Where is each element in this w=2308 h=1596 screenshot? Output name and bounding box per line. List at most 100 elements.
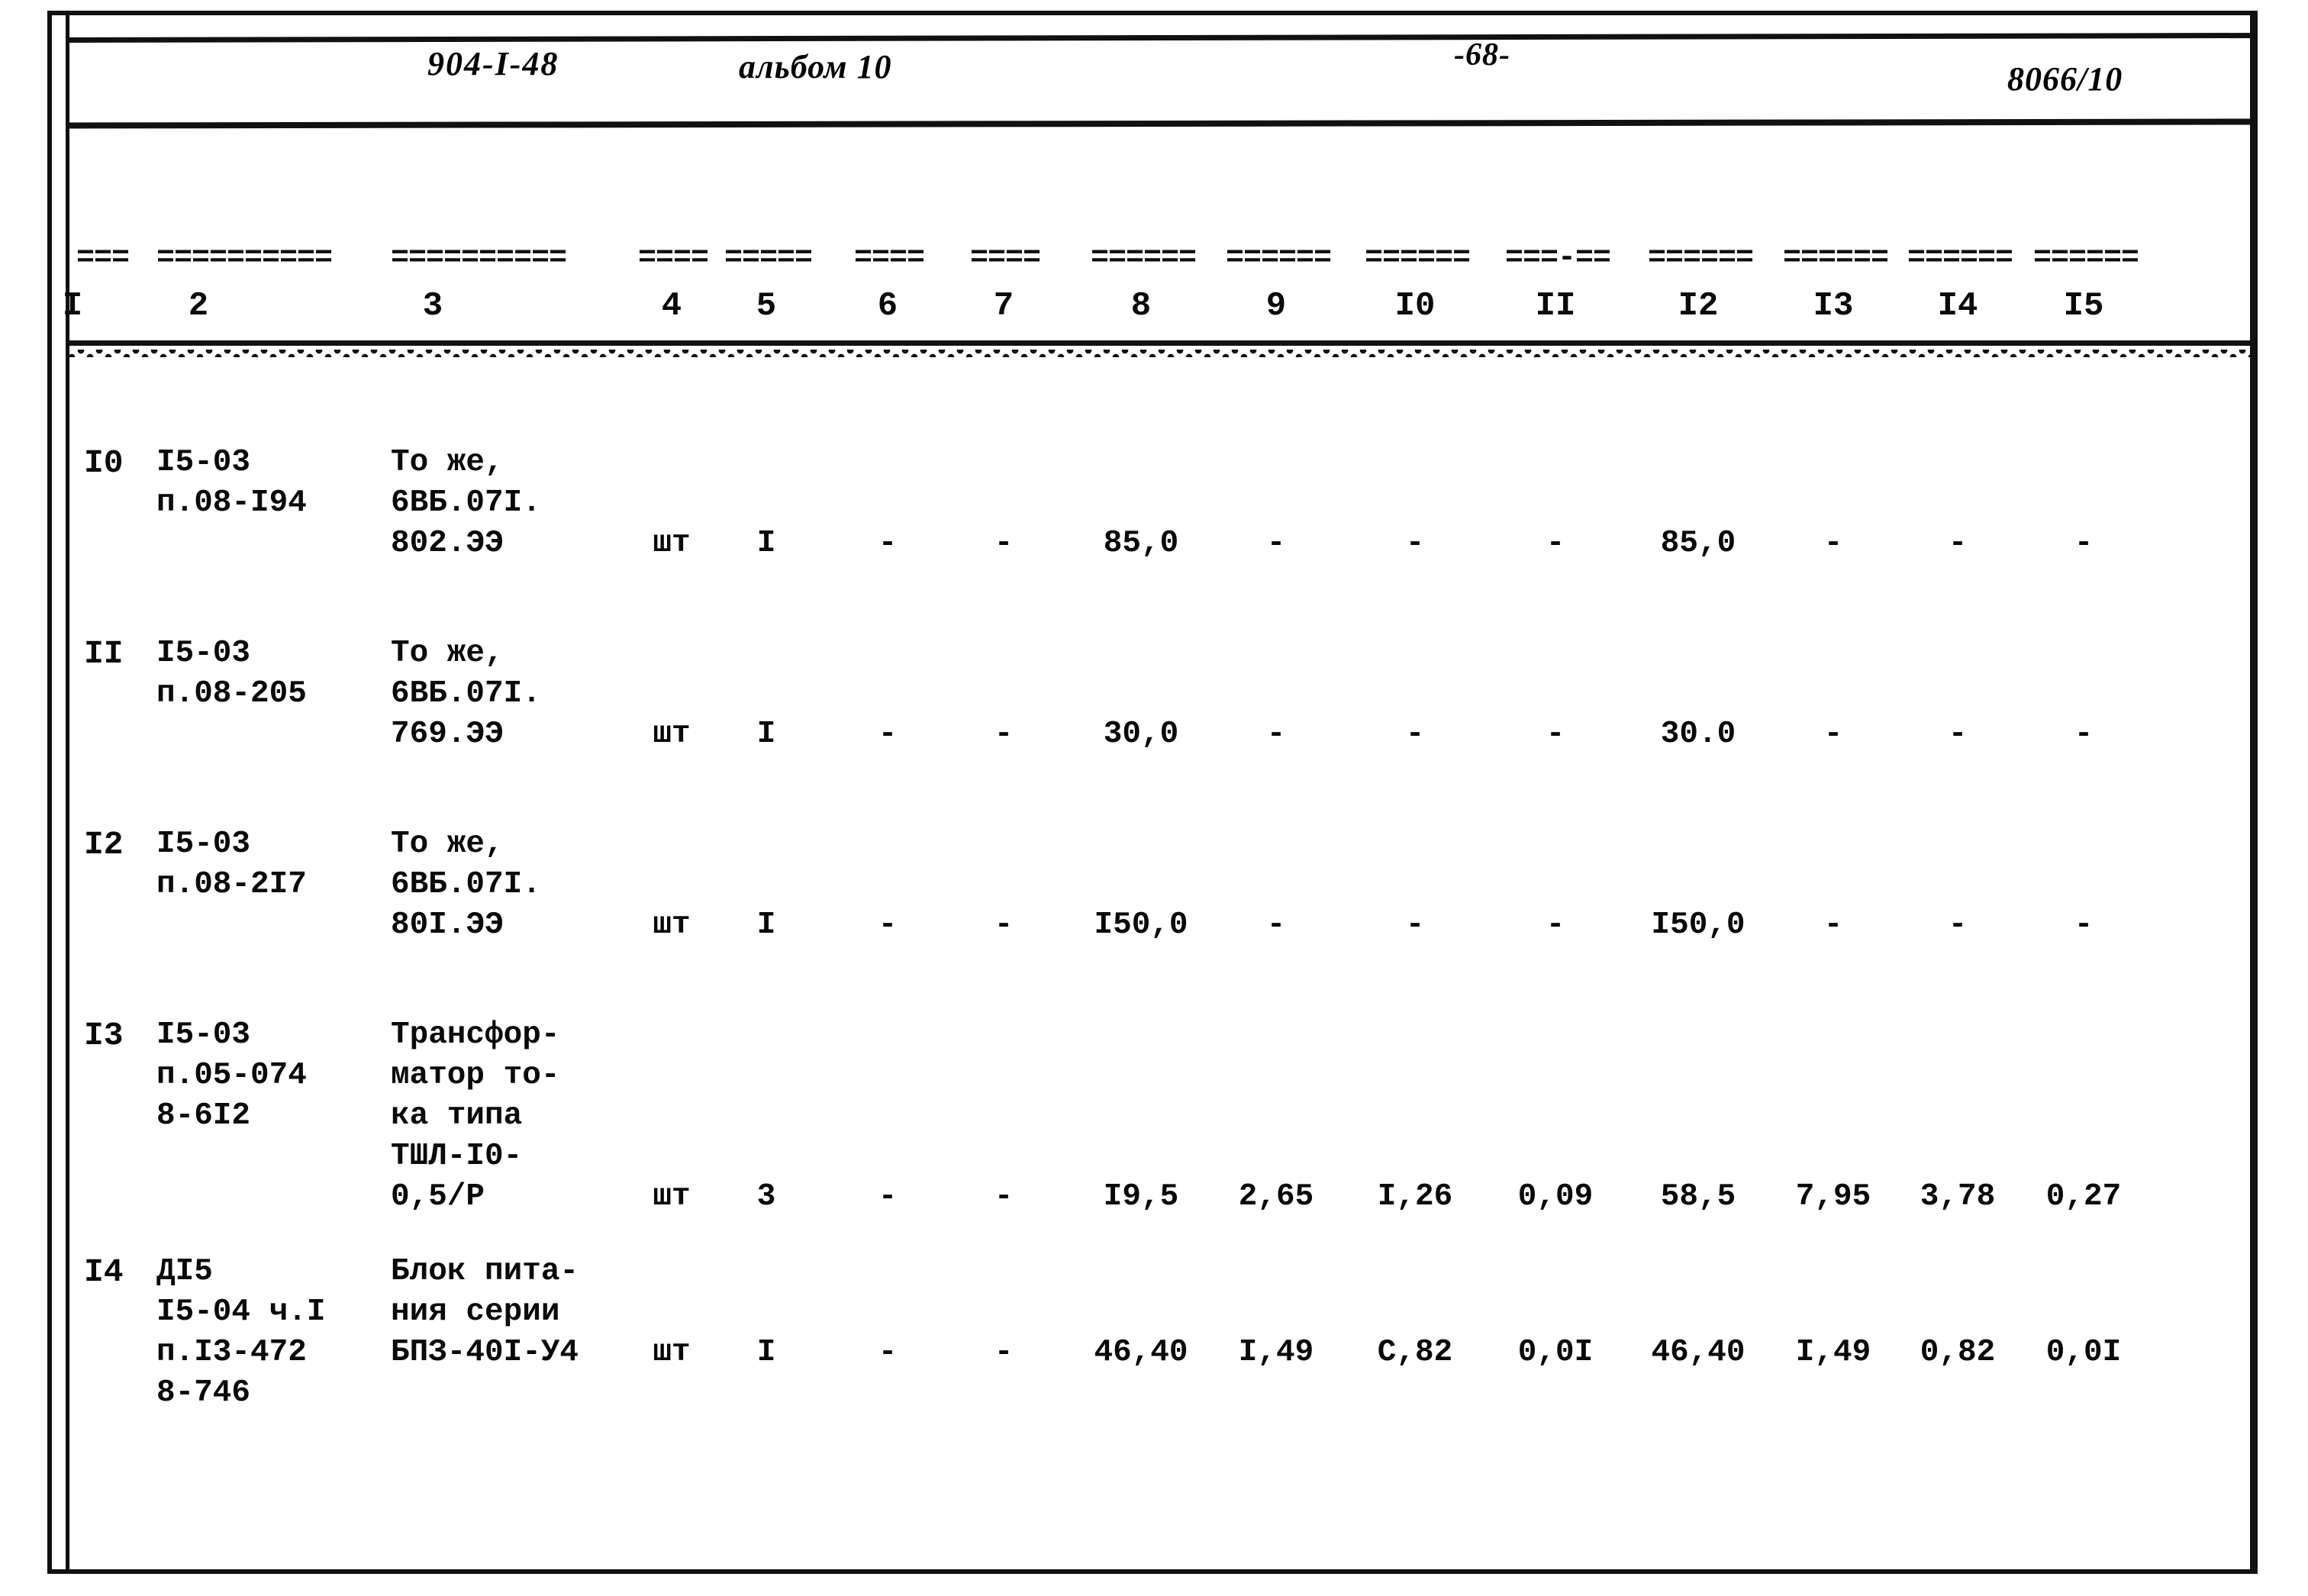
row-value-col-12: 58,5	[1660, 1179, 1736, 1214]
row-value-col-9: 2,65	[1238, 1179, 1314, 1214]
row-value-col-7: -	[994, 1179, 1014, 1214]
row-value-col-10: -	[1405, 717, 1425, 752]
row-reference-line: I5-04 ч.I	[156, 1295, 326, 1330]
row-number: I4	[84, 1253, 124, 1291]
row-name-line: 80I.ЭЭ	[391, 908, 504, 943]
row-value-col-14: 3,78	[1920, 1179, 1996, 1214]
column-number-7: 7	[993, 287, 1014, 325]
row-reference-line: I5-03	[156, 636, 251, 671]
dash-guide-col-2: ==========	[156, 241, 333, 276]
row-name-line: БПЗ-40I-У4	[391, 1335, 579, 1370]
document-code: 904-I-48	[427, 45, 559, 82]
dash-guide-col-8: ======	[1091, 241, 1197, 276]
column-number-9: 9	[1265, 287, 1287, 325]
dash-guide-col-1: ===	[76, 241, 130, 276]
row-value-col-5: I	[756, 1335, 776, 1370]
dash-guide-col-6: ====	[854, 241, 925, 276]
column-dash-guides: === ========== ========== ==== ===== ==== ====…	[0, 241, 2308, 276]
dash-guide-col-3: ==========	[391, 241, 567, 276]
row-value-col-7: -	[994, 1335, 1014, 1370]
row-value-col-14: 0,82	[1920, 1335, 1996, 1370]
row-value-col-9: -	[1266, 717, 1286, 752]
row-value-col-8: I50,0	[1094, 908, 1188, 943]
row-value-col-11: -	[1546, 526, 1565, 561]
row-name-line: Блок пита-	[391, 1254, 579, 1289]
row-value-col-14: -	[1948, 908, 1968, 943]
column-number-13: I3	[1813, 287, 1854, 325]
row-value-col-7: -	[994, 908, 1014, 943]
row-reference-line: I5-03	[156, 827, 251, 862]
row-name-line: ка типа	[391, 1098, 523, 1133]
row-number: I3	[84, 1017, 124, 1054]
row-value-col-15: -	[2074, 908, 2094, 943]
row-value-col-7: -	[994, 717, 1014, 752]
row-name-line: 6ВБ.07I.	[391, 485, 541, 521]
row-value-col-8: I9,5	[1103, 1179, 1179, 1214]
row-value-col-7: -	[994, 526, 1014, 561]
row-value-col-15: 0,27	[2045, 1179, 2122, 1214]
row-reference-line: п.I3-472	[156, 1335, 307, 1370]
header-wavy-rule	[67, 340, 2252, 357]
column-number-6: 6	[877, 287, 898, 325]
row-reference-line: п.08-205	[156, 676, 307, 711]
row-value-col-5: I	[756, 717, 776, 752]
row-value-col-13: -	[1823, 717, 1843, 752]
row-name-line: 769.ЭЭ	[391, 717, 504, 752]
dash-guide-col-14: ======	[1907, 241, 2013, 276]
row-value-col-13: I,49	[1795, 1335, 1871, 1370]
row-value-col-5: I	[756, 908, 776, 943]
row-value-col-12: 30.0	[1660, 717, 1736, 752]
row-number: II	[84, 635, 124, 672]
row-name-line: То же,	[391, 636, 504, 671]
row-value-col-8: 46,40	[1094, 1335, 1188, 1370]
row-number: I0	[84, 444, 124, 482]
column-number-15: I5	[2063, 287, 2104, 325]
page-number: -68-	[1454, 37, 1510, 73]
dash-guide-col-7: ====	[970, 241, 1041, 276]
row-value-col-10: -	[1405, 908, 1425, 943]
row-value-col-12: 85,0	[1660, 526, 1736, 561]
dash-guide-col-15: ======	[2033, 241, 2139, 276]
column-number-10: I0	[1394, 287, 1436, 325]
column-number-2: 2	[188, 287, 209, 325]
row-value-col-14: -	[1948, 717, 1968, 752]
column-number-1: I	[62, 287, 83, 325]
row-value-col-9: I,49	[1238, 1335, 1314, 1370]
row-value-col-10: -	[1405, 526, 1425, 561]
dash-guide-col-11: ===-==	[1505, 241, 1611, 276]
row-value-col-13: -	[1823, 526, 1843, 561]
row-value-col-9: -	[1266, 526, 1286, 561]
row-value-col-12: 46,40	[1651, 1335, 1746, 1370]
row-value-col-6: -	[878, 908, 898, 943]
row-value-col-14: -	[1948, 526, 1968, 561]
row-reference-line: 8-6I2	[156, 1098, 251, 1133]
column-number-4: 4	[661, 287, 682, 325]
column-number-3: 3	[422, 287, 443, 325]
dash-guide-col-10: ======	[1365, 241, 1471, 276]
column-number-12: I2	[1678, 287, 1719, 325]
row-value-col-8: 85,0	[1103, 526, 1179, 561]
album-label: альбом 10	[739, 48, 892, 85]
column-number-8: 8	[1130, 287, 1152, 325]
row-value-col-11: -	[1546, 717, 1565, 752]
column-number-5: 5	[756, 287, 777, 325]
row-reference-line: п.05-074	[156, 1058, 307, 1093]
row-name-line: То же,	[391, 445, 504, 480]
row-value-col-5: 3	[756, 1179, 776, 1214]
row-value-col-11: 0,0I	[1517, 1335, 1594, 1370]
row-name-line: 802.ЭЭ	[391, 526, 504, 561]
row-value-col-6: -	[878, 1179, 898, 1214]
row-name-line: 6ВБ.07I.	[391, 676, 541, 711]
row-value-col-6: -	[878, 717, 898, 752]
row-name-line: Трансфор-	[391, 1017, 560, 1053]
row-number: I2	[84, 826, 124, 863]
scanned-page: 904-I-48 альбом 10 -68- 8066/10 === =====…	[0, 0, 2308, 1596]
row-value-col-8: 30,0	[1103, 717, 1179, 752]
row-value-col-5: I	[756, 526, 776, 561]
row-value-col-13: -	[1823, 908, 1843, 943]
dash-guide-col-9: ======	[1226, 241, 1332, 276]
row-reference-line: ДI5	[156, 1254, 213, 1289]
row-reference-line: п.08-2I7	[156, 867, 307, 902]
row-value-col-6: -	[878, 1335, 898, 1370]
row-value-col-6: -	[878, 526, 898, 561]
